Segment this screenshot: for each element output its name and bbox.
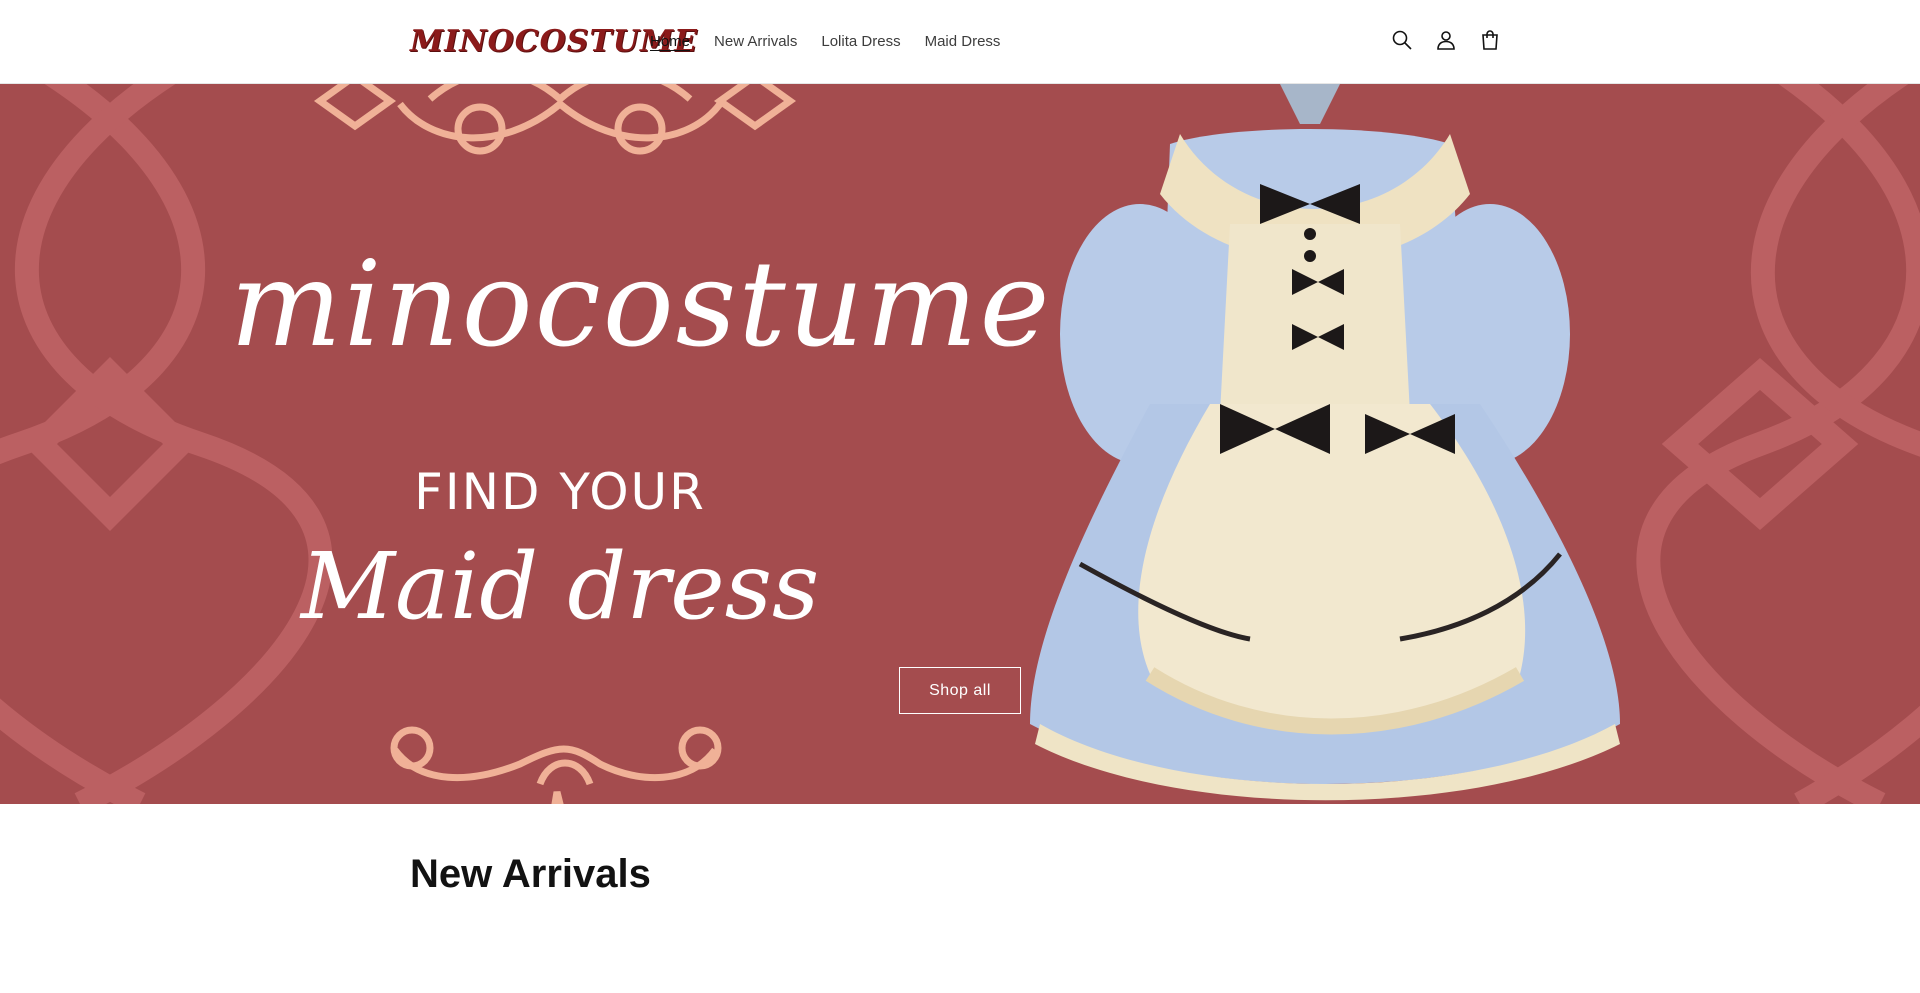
maid-dress-image [1030, 84, 1620, 801]
nav-item-lolita-dress[interactable]: Lolita Dress [821, 30, 900, 54]
hero-script-title: minocostume [230, 235, 1052, 373]
header-icons [1390, 28, 1502, 52]
hero-tagline: FIND YOUR [414, 463, 706, 521]
nav-item-maid-dress[interactable]: Maid Dress [925, 30, 1001, 54]
section-title-new-arrivals: New Arrivals [410, 852, 651, 896]
shop-all-button[interactable]: Shop all [899, 667, 1021, 714]
nav-item-home[interactable]: Home [650, 30, 690, 54]
hero-banner: minocostume FIND YOUR Maid dress Shop al… [0, 84, 1920, 804]
cart-icon[interactable] [1478, 28, 1502, 52]
main-nav: Home New Arrivals Lolita Dress Maid Dres… [650, 30, 1000, 54]
search-icon[interactable] [1390, 28, 1414, 52]
nav-item-new-arrivals[interactable]: New Arrivals [714, 30, 797, 54]
hero-subtitle: Maid dress [300, 533, 820, 640]
site-header: MINOCOSTUME Home New Arrivals Lolita Dre… [0, 0, 1920, 84]
account-icon[interactable] [1434, 28, 1458, 52]
